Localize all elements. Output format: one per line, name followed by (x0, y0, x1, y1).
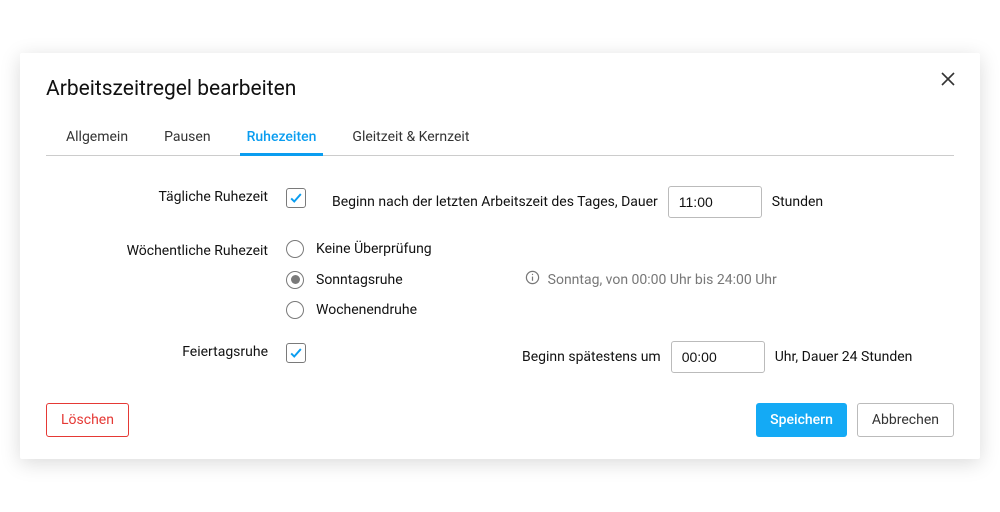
weekly-info-text: Sonntag, von 00:00 Uhr bis 24:00 Uhr (548, 272, 777, 288)
holiday-rest-desc: Beginn spätestens um (522, 349, 661, 365)
tab-pauses[interactable]: Pausen (162, 123, 212, 155)
daily-rest-unit: Stunden (772, 194, 823, 210)
holiday-rest-unit: Uhr, Dauer 24 Stunden (775, 349, 913, 365)
tab-flex[interactable]: Gleitzeit & Kernzeit (350, 123, 471, 155)
weekly-rest-label: Wöchentliche Ruhezeit (46, 240, 286, 259)
weekly-option-none-label: Keine Überprüfung (316, 241, 432, 257)
holiday-rest-input[interactable] (671, 341, 765, 373)
weekly-option-sunday-radio[interactable] (286, 271, 304, 289)
weekly-option-none-radio[interactable] (286, 240, 304, 258)
dialog-title: Arbeitszeitregel bearbeiten (46, 77, 954, 101)
holiday-rest-label: Feiertagsruhe (46, 341, 286, 360)
weekly-option-sunday-label: Sonntagsruhe (316, 272, 403, 288)
close-icon[interactable] (940, 71, 960, 91)
holiday-rest-checkbox[interactable] (286, 343, 306, 363)
tab-general[interactable]: Allgemein (64, 123, 130, 155)
edit-work-rule-dialog: Arbeitszeitregel bearbeiten Allgemein Pa… (20, 53, 980, 459)
daily-rest-checkbox[interactable] (286, 188, 306, 208)
save-button[interactable]: Speichern (756, 403, 847, 437)
daily-rest-label: Tägliche Ruhezeit (46, 186, 286, 205)
daily-rest-desc: Beginn nach der letzten Arbeitszeit des … (332, 194, 658, 210)
info-icon (525, 270, 540, 289)
cancel-button[interactable]: Abbrechen (857, 403, 954, 437)
weekly-option-weekend-label: Wochenendruhe (316, 302, 417, 318)
tabs: Allgemein Pausen Ruhezeiten Gleitzeit & … (46, 123, 954, 156)
tab-rest[interactable]: Ruhezeiten (245, 123, 319, 155)
delete-button[interactable]: Löschen (46, 403, 129, 437)
daily-rest-input[interactable] (668, 186, 762, 218)
weekly-option-weekend-radio[interactable] (286, 301, 304, 319)
